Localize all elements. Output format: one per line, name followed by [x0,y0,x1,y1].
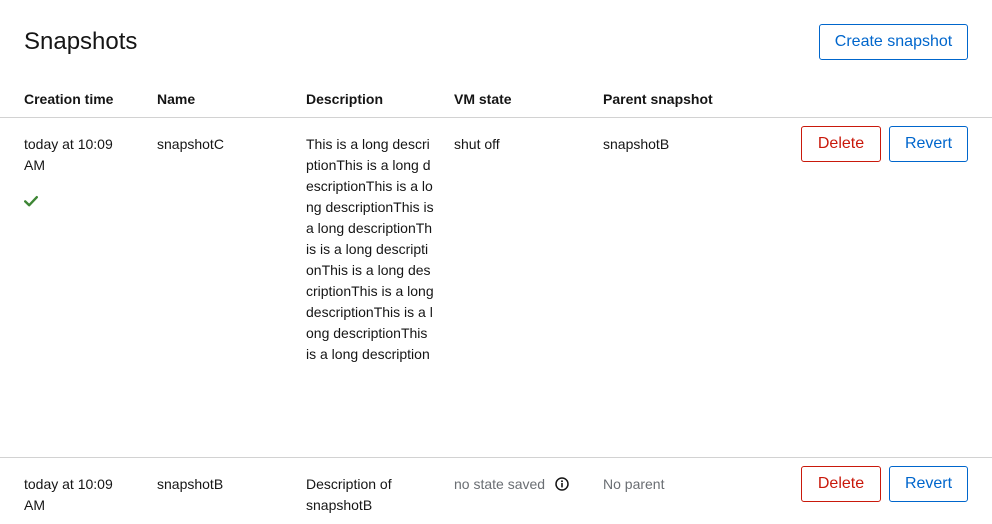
vm-state-cell: shut off [454,136,500,152]
description-cell: Description of snapshotB [306,476,392,513]
description-cell: This is a long descriptionThis is a long… [306,136,434,362]
vm-state-cell: no state saved [454,474,594,495]
create-snapshot-button[interactable]: Create snapshot [819,24,968,60]
info-icon[interactable] [555,476,569,491]
check-icon [24,194,40,210]
delete-button[interactable]: Delete [801,466,881,502]
creation-time-cell: today at 10:09 AM [24,136,113,173]
creation-time-cell: today at 10:09 AM [24,476,113,513]
header-vm-state[interactable]: VM state [454,90,512,108]
parent-snapshot-cell: snapshotB [603,136,670,152]
name-cell: snapshotB [157,476,224,492]
parent-snapshot-cell: No parent [603,476,665,492]
name-cell: snapshotC [157,136,224,152]
header-parent-snapshot[interactable]: Parent snapshot [603,90,713,108]
revert-button[interactable]: Revert [889,126,968,162]
revert-button[interactable]: Revert [889,466,968,502]
header-description[interactable]: Description [306,90,383,108]
page-title: Snapshots [24,28,138,55]
header-name[interactable]: Name [157,90,195,108]
row-divider [0,457,992,458]
header-divider [0,117,992,118]
vm-state-text: no state saved [454,476,546,492]
delete-button[interactable]: Delete [801,126,881,162]
header-creation-time[interactable]: Creation time [24,90,113,108]
